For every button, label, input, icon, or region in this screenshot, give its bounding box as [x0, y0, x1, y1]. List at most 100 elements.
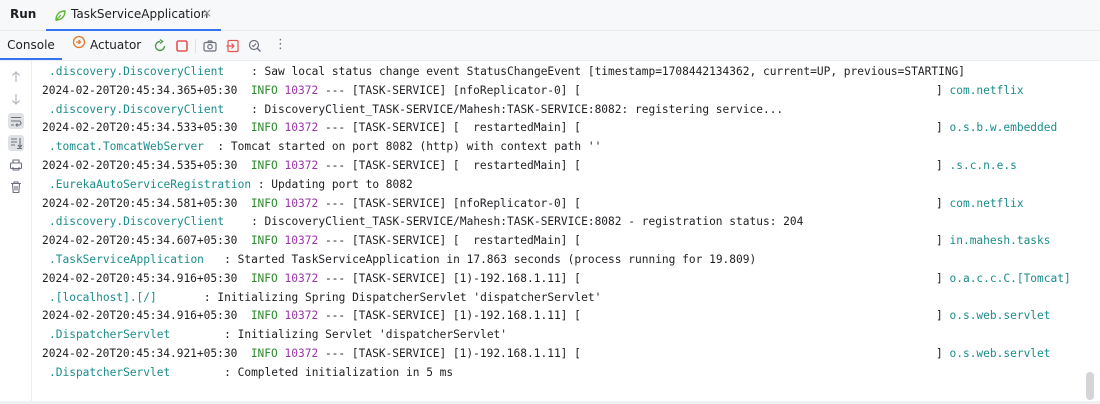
log-class-link[interactable]: .discovery.DiscoveryClient	[49, 65, 224, 78]
logger-name[interactable]: o.a.c.c.C.[Tomcat]	[949, 272, 1070, 285]
log-logger: ] o.s.b.w.embedded	[936, 119, 1057, 137]
scroll-down-icon[interactable]	[8, 91, 24, 107]
log-line: 2024-02-20T20:45:34.607+05:30 INFO 10372…	[42, 232, 581, 250]
logger-bracket: ]	[936, 84, 950, 97]
log-class-link[interactable]: .EurekaAutoServiceRegistration	[49, 178, 251, 191]
log-level: INFO	[250, 121, 278, 134]
log-logger: ] com.netflix	[936, 195, 1024, 213]
more-icon[interactable]: ⋮	[274, 37, 287, 52]
run-toolbar: Console Actuator ⋮	[0, 31, 1100, 61]
log-line: .DispatcherServlet : Completed initializ…	[49, 364, 453, 382]
log-line: .discovery.DiscoveryClient : Saw local s…	[49, 63, 965, 81]
logger-name[interactable]: .s.c.n.e.s	[949, 159, 1016, 172]
log-level: INFO	[250, 272, 278, 285]
log-level: INFO	[250, 309, 278, 322]
log-level: INFO	[250, 234, 278, 247]
log-message: : Updating port to 8082	[251, 178, 413, 191]
log-timestamp: 2024-02-20T20:45:34.533+05:30	[42, 121, 238, 134]
log-timestamp: 2024-02-20T20:45:34.607+05:30	[42, 234, 238, 247]
log-class-link[interactable]: .discovery.DiscoveryClient	[49, 215, 224, 228]
logger-name[interactable]: com.netflix	[949, 84, 1023, 97]
log-line: .DispatcherServlet : Initializing Servle…	[49, 326, 507, 344]
log-class-link[interactable]: .DispatcherServlet	[49, 328, 170, 341]
log-line: 2024-02-20T20:45:34.916+05:30 INFO 10372…	[42, 307, 581, 325]
actuator-label: Actuator	[90, 38, 142, 52]
camera-icon[interactable]	[202, 38, 218, 54]
log-class-link[interactable]: .TaskServiceApplication	[49, 253, 204, 266]
log-pid: 10372	[284, 347, 319, 360]
log-thread: --- [TASK-SERVICE] [ restartedMain] [	[318, 121, 581, 134]
rerun-icon[interactable]	[152, 38, 168, 54]
log-line: .discovery.DiscoveryClient : DiscoveryCl…	[49, 213, 803, 231]
log-class-link[interactable]: .tomcat.TomcatWebServer	[49, 140, 204, 153]
log-pid: 10372	[284, 234, 319, 247]
tab-actuator[interactable]: Actuator	[72, 31, 141, 60]
close-tab-icon[interactable]: ×	[202, 6, 212, 20]
tab-console[interactable]: Console	[0, 31, 62, 60]
print-icon[interactable]	[8, 157, 24, 173]
log-message: : Initializing Servlet 'dispatcherServle…	[170, 328, 508, 341]
log-thread: --- [TASK-SERVICE] [nfoReplicator-0] [	[318, 84, 581, 97]
log-pid: 10372	[284, 84, 319, 97]
log-thread: --- [TASK-SERVICE] [nfoReplicator-0] [	[318, 197, 581, 210]
logger-bracket: ]	[936, 197, 950, 210]
log-class-link[interactable]: .discovery.DiscoveryClient	[49, 103, 224, 116]
search-settings-icon[interactable]	[247, 38, 263, 54]
logger-bracket: ]	[936, 309, 950, 322]
run-title: Run	[10, 7, 37, 21]
log-level: INFO	[250, 347, 278, 360]
log-line: .tomcat.TomcatWebServer : Tomcat started…	[49, 138, 601, 156]
log-timestamp: 2024-02-20T20:45:34.916+05:30	[42, 272, 238, 285]
log-logger: ] .s.c.n.e.s	[936, 157, 1017, 175]
log-line: 2024-02-20T20:45:34.365+05:30 INFO 10372…	[42, 82, 581, 100]
log-pid: 10372	[284, 309, 319, 322]
log-class-link[interactable]: .[localhost].[/]	[49, 291, 157, 304]
log-thread: --- [TASK-SERVICE] [ restartedMain] [	[318, 234, 581, 247]
log-line: 2024-02-20T20:45:34.533+05:30 INFO 10372…	[42, 119, 581, 137]
log-level: INFO	[250, 159, 278, 172]
log-message: : Tomcat started on port 8082 (http) wit…	[203, 140, 602, 153]
logger-name[interactable]: o.s.b.w.embedded	[949, 121, 1057, 134]
logger-name[interactable]: in.mahesh.tasks	[949, 234, 1050, 247]
soft-wrap-icon[interactable]	[8, 113, 24, 129]
vertical-scrollbar[interactable]	[1086, 372, 1094, 400]
log-line: .TaskServiceApplication : Started TaskSe…	[49, 251, 756, 269]
tab-task-service-application[interactable]: TaskServiceApplication ×	[46, 0, 221, 31]
logger-bracket: ]	[936, 121, 950, 134]
log-logger: ] com.netflix	[936, 82, 1024, 100]
scroll-up-icon[interactable]	[8, 69, 24, 85]
log-line: .[localhost].[/] : Initializing Spring D…	[49, 289, 601, 307]
clear-icon[interactable]	[8, 179, 24, 195]
logger-name[interactable]: o.s.web.servlet	[949, 309, 1050, 322]
logger-name[interactable]: o.s.web.servlet	[949, 347, 1050, 360]
log-logger: ] o.s.web.servlet	[936, 345, 1051, 363]
logger-bracket: ]	[936, 347, 950, 360]
logger-bracket: ]	[936, 272, 950, 285]
log-timestamp: 2024-02-20T20:45:34.535+05:30	[42, 159, 238, 172]
logger-name[interactable]: com.netflix	[949, 197, 1023, 210]
log-line: .discovery.DiscoveryClient : DiscoveryCl…	[49, 101, 783, 119]
log-message: : Completed initialization in 5 ms	[170, 366, 454, 379]
scroll-to-end-icon[interactable]	[8, 135, 24, 151]
log-message: : Started TaskServiceApplication in 17.8…	[203, 253, 757, 266]
log-thread: --- [TASK-SERVICE] [ restartedMain] [	[318, 159, 581, 172]
log-message: : DiscoveryClient_TASK-SERVICE/Mahesh:TA…	[224, 103, 784, 116]
actuator-icon	[72, 31, 86, 60]
console-output[interactable]: .discovery.DiscoveryClient : Saw local s…	[32, 61, 1084, 401]
log-pid: 10372	[284, 159, 319, 172]
log-line: 2024-02-20T20:45:34.916+05:30 INFO 10372…	[42, 270, 581, 288]
log-thread: --- [TASK-SERVICE] [1)-192.168.1.11] [	[318, 347, 581, 360]
log-class-link[interactable]: .DispatcherServlet	[49, 366, 170, 379]
tab-label: TaskServiceApplication	[71, 7, 209, 21]
log-logger: ] o.s.web.servlet	[936, 307, 1051, 325]
stop-icon[interactable]	[174, 38, 190, 54]
log-pid: 10372	[284, 272, 319, 285]
log-line: 2024-02-20T20:45:34.581+05:30 INFO 10372…	[42, 195, 581, 213]
log-line: 2024-02-20T20:45:34.535+05:30 INFO 10372…	[42, 157, 581, 175]
log-logger: ] in.mahesh.tasks	[936, 232, 1051, 250]
logger-bracket: ]	[936, 159, 950, 172]
log-pid: 10372	[284, 197, 319, 210]
import-icon[interactable]	[225, 38, 241, 54]
log-message: : DiscoveryClient_TASK-SERVICE/Mahesh:TA…	[224, 215, 804, 228]
log-level: INFO	[250, 197, 278, 210]
